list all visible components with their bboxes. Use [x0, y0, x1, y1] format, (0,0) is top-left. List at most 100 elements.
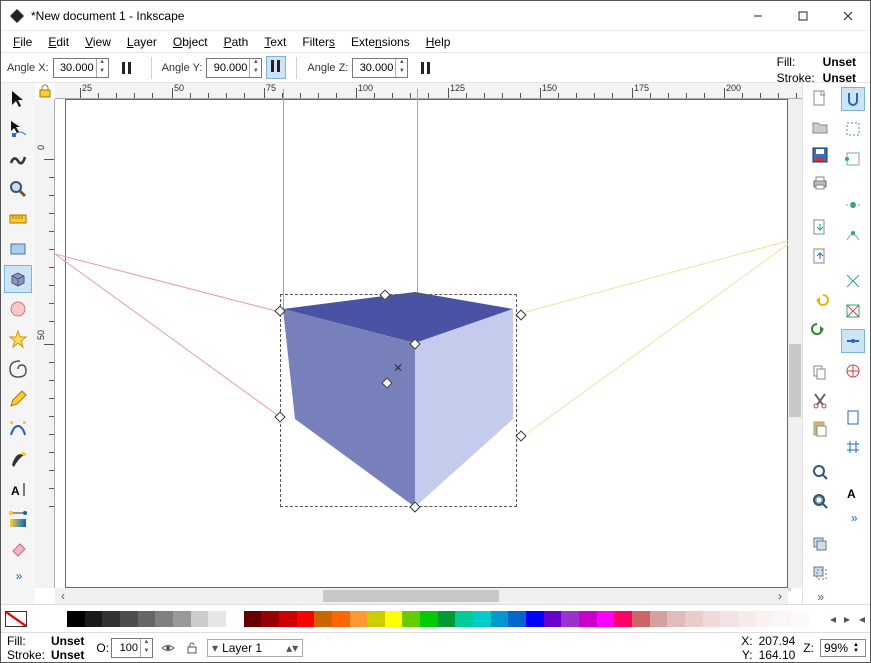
snap-enable-button[interactable] [841, 87, 865, 111]
swatch[interactable] [226, 611, 244, 627]
angle-y-input[interactable] [207, 62, 249, 74]
status-stroke-val[interactable]: Unset [51, 648, 84, 662]
swatch[interactable] [332, 611, 350, 627]
duplicate-button[interactable] [808, 533, 832, 555]
redo-button[interactable] [808, 317, 832, 339]
tool-gradient[interactable] [4, 505, 32, 533]
swatch[interactable] [138, 611, 156, 627]
menu-view[interactable]: View [79, 33, 117, 51]
swatch[interactable] [173, 611, 191, 627]
angle-z-up[interactable]: ▲ [395, 59, 407, 68]
tool-node[interactable] [4, 115, 32, 143]
maximize-button[interactable] [780, 1, 825, 31]
palette-none[interactable] [5, 611, 27, 627]
menu-object[interactable]: Object [167, 33, 214, 51]
tool-pencil[interactable] [4, 385, 32, 413]
swatch[interactable] [420, 611, 438, 627]
swatch[interactable] [191, 611, 209, 627]
swatch[interactable] [261, 611, 279, 627]
swatch[interactable] [155, 611, 173, 627]
swatch[interactable] [579, 611, 597, 627]
menu-text[interactable]: Text [258, 33, 292, 51]
copy-button[interactable] [808, 360, 832, 382]
swatch[interactable] [597, 611, 615, 627]
swatch[interactable] [720, 611, 738, 627]
angle-x-spinbox[interactable]: ▲▼ [53, 58, 109, 78]
snap-rotation-button[interactable] [841, 359, 865, 383]
swatch[interactable] [703, 611, 721, 627]
opacity-input[interactable] [112, 642, 140, 654]
swatch[interactable] [314, 611, 332, 627]
swatch[interactable] [791, 611, 809, 627]
swatch[interactable] [297, 611, 315, 627]
zoom-value[interactable]: 99% [824, 641, 848, 655]
close-button[interactable] [825, 1, 870, 31]
opacity-spinbox[interactable]: ▲▼ [111, 638, 153, 658]
swatch[interactable] [350, 611, 368, 627]
menu-help[interactable]: Help [420, 33, 457, 51]
swatch[interactable] [756, 611, 774, 627]
snap-grid-button[interactable] [841, 435, 865, 459]
swatch[interactable] [455, 611, 473, 627]
export-button[interactable] [808, 244, 832, 266]
menu-filters[interactable]: Filters [296, 33, 341, 51]
status-fill-val[interactable]: Unset [51, 634, 84, 648]
scroll-thumb[interactable] [789, 344, 801, 417]
swatch[interactable] [544, 611, 562, 627]
clone-button[interactable] [808, 562, 832, 584]
menu-path[interactable]: Path [218, 33, 255, 51]
angle-y-up[interactable]: ▲ [249, 59, 261, 68]
tool-star[interactable] [4, 325, 32, 353]
layer-lock-icon[interactable] [183, 639, 201, 657]
swatch[interactable] [67, 611, 85, 627]
palette-scroll-right[interactable]: ▸ [840, 612, 854, 626]
commands-more[interactable]: » [817, 590, 822, 604]
toolbox-more[interactable]: » [16, 569, 21, 583]
menu-file[interactable]: File [7, 33, 38, 51]
snap-node-button[interactable] [841, 193, 865, 217]
angle-y-spinbox[interactable]: ▲▼ [206, 58, 262, 78]
swatch[interactable] [244, 611, 262, 627]
snap-bbox-button[interactable] [841, 117, 865, 141]
zoom-page-button[interactable] [808, 489, 832, 511]
tool-measure[interactable] [4, 205, 32, 233]
tool-rectangle[interactable] [4, 235, 32, 263]
swatch[interactable] [773, 611, 791, 627]
swatch[interactable] [402, 611, 420, 627]
palette-scroll-left[interactable]: ◂ [826, 612, 840, 626]
palette-menu[interactable]: ◂ [854, 612, 870, 626]
tool-3dbox[interactable] [4, 265, 32, 293]
new-document-button[interactable] [808, 87, 832, 109]
swatch[interactable] [279, 611, 297, 627]
snap-path-button[interactable] [841, 223, 865, 247]
swatch[interactable] [685, 611, 703, 627]
snap-intersection-button[interactable] [841, 269, 865, 293]
tool-zoom[interactable] [4, 175, 32, 203]
angle-x-up[interactable]: ▲ [96, 59, 108, 68]
vertical-scrollbar[interactable] [788, 99, 802, 588]
save-button[interactable] [808, 144, 832, 166]
canvas[interactable]: ✕ [55, 99, 788, 588]
layer-selector[interactable]: ▾ Layer 1 ▴▾ [207, 639, 303, 657]
swatch[interactable] [508, 611, 526, 627]
minimize-button[interactable] [735, 1, 780, 31]
swatch[interactable] [614, 611, 632, 627]
angle-x-down[interactable]: ▼ [96, 68, 108, 77]
cut-button[interactable] [808, 389, 832, 411]
swatch[interactable] [473, 611, 491, 627]
swatch[interactable] [561, 611, 579, 627]
menu-edit[interactable]: Edit [42, 33, 75, 51]
tool-spiral[interactable] [4, 355, 32, 383]
vertical-ruler[interactable]: 050 [35, 99, 55, 588]
import-button[interactable] [808, 216, 832, 238]
horizontal-ruler[interactable]: 255075100125150175200 [55, 83, 802, 99]
zoom-control[interactable]: 99% ▲▼ [820, 639, 866, 657]
horizontal-scrollbar[interactable]: ‹ › [55, 588, 788, 604]
tool-tweak[interactable] [4, 145, 32, 173]
angle-x-input[interactable] [54, 62, 96, 74]
swatch[interactable] [667, 611, 685, 627]
undo-button[interactable] [808, 288, 832, 310]
tool-bezier[interactable] [4, 415, 32, 443]
scroll-right[interactable]: › [772, 589, 788, 603]
layer-visibility-icon[interactable] [159, 639, 177, 657]
